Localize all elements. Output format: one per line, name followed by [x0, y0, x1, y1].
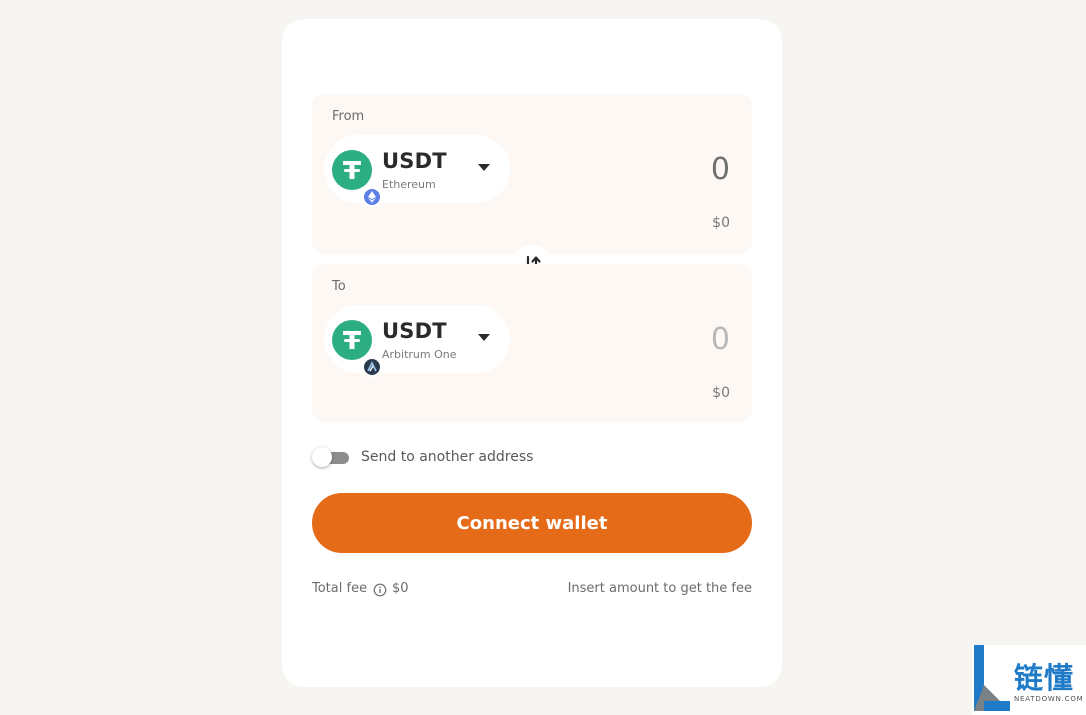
from-token-symbol: USDT: [382, 149, 447, 173]
ethereum-icon: [362, 187, 382, 207]
from-amount-input[interactable]: 0: [711, 152, 730, 187]
chevron-down-icon: [478, 334, 490, 341]
to-token-selector[interactable]: USDT Arbitrum One: [324, 305, 510, 377]
watermark-en-text: NEATDOWN.COM: [1014, 695, 1084, 703]
watermark-logo: 链懂 NEATDOWN.COM: [972, 645, 1086, 715]
to-label: To: [332, 279, 346, 294]
from-token-chain: Ethereum: [382, 178, 436, 191]
arbitrum-icon: [362, 357, 382, 377]
send-to-address-toggle[interactable]: [312, 447, 349, 467]
send-to-address-label: Send to another address: [361, 449, 534, 465]
info-icon[interactable]: [373, 583, 387, 597]
fee-hint: Insert amount to get the fee: [567, 581, 752, 596]
from-usd-value: $0: [712, 215, 730, 231]
to-panel: To USDT Arbitrum One 0 $0: [312, 264, 752, 422]
toggle-knob: [312, 447, 332, 467]
total-fee-value: $0: [392, 581, 409, 596]
to-token-chain: Arbitrum One: [382, 348, 457, 361]
chevron-down-icon: [478, 164, 490, 171]
from-label: From: [332, 109, 365, 124]
from-token-selector[interactable]: USDT Ethereum: [324, 135, 510, 207]
from-panel: From USDT Ethereum 0 $0: [312, 94, 752, 254]
to-token-symbol: USDT: [382, 319, 447, 343]
usdt-icon: [332, 150, 382, 207]
bridge-card: From USDT Ethereum 0 $0 To USDT Arbitrum…: [282, 19, 782, 687]
fee-row: Total fee $0 Insert amount to get the fe…: [312, 581, 752, 599]
watermark-cn-text: 链懂: [1014, 661, 1075, 695]
usdt-icon: [332, 320, 382, 377]
connect-wallet-button[interactable]: Connect wallet: [312, 493, 752, 553]
to-usd-value: $0: [712, 385, 730, 401]
to-amount-output: 0: [710, 322, 730, 357]
total-fee-label: Total fee: [312, 581, 368, 596]
watermark-l-icon: [974, 645, 1010, 711]
